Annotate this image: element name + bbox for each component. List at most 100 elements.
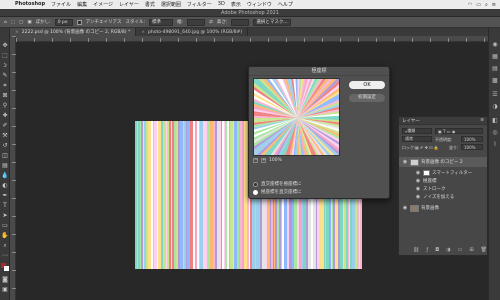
- menu-item[interactable]: ファイル: [48, 1, 74, 8]
- radio-polar-to-rect[interactable]: 極座標を直交座標に: [253, 189, 302, 195]
- panel-menu-icon[interactable]: ≡: [480, 118, 484, 123]
- layers-panel-icon[interactable]: ◧: [491, 116, 499, 124]
- menu-item[interactable]: ヘルプ: [275, 1, 296, 8]
- eraser-tool-icon[interactable]: ◫: [1, 152, 9, 160]
- menu-item[interactable]: 書式: [142, 1, 158, 8]
- marquee-tool-icon[interactable]: ⬚: [11, 20, 15, 25]
- lasso-tool-icon[interactable]: ↄ: [1, 62, 9, 70]
- group-icon[interactable]: ▭: [458, 247, 463, 253]
- move-tool-icon[interactable]: ✥: [1, 42, 9, 50]
- visibility-eye-icon[interactable]: ◉: [415, 178, 421, 184]
- more-tools-icon[interactable]: ⋯: [1, 252, 9, 260]
- reset-button[interactable]: 初期設定: [349, 94, 385, 102]
- swap-icon[interactable]: ⇄: [209, 20, 213, 25]
- menu-item[interactable]: レイヤー: [116, 1, 142, 8]
- radio-dot[interactable]: [253, 181, 258, 187]
- antialias-checkbox[interactable]: [76, 19, 82, 25]
- clone-stamp-icon[interactable]: ⚒: [1, 132, 9, 140]
- radio-dot[interactable]: [253, 189, 258, 195]
- zoom-out-button[interactable]: −: [253, 157, 258, 163]
- battery-icon[interactable]: ▭: [476, 2, 481, 8]
- filter-preview[interactable]: [253, 78, 340, 156]
- link-layers-icon[interactable]: ⛓: [413, 247, 419, 253]
- layer-row[interactable]: ◉ 極座標: [399, 177, 487, 185]
- path-select-icon[interactable]: ➤: [1, 212, 9, 220]
- background-color-swatch[interactable]: [4, 266, 9, 271]
- properties-panel-icon[interactable]: ☰: [491, 90, 499, 98]
- visibility-eye-icon[interactable]: ◉: [415, 194, 421, 200]
- document-tab[interactable]: × 2222.psd @ 100% (背景画像 のコピー 2, RGB/8) *: [10, 28, 137, 36]
- shape-tool-icon[interactable]: ▭: [1, 222, 9, 230]
- dodge-tool-icon[interactable]: ◐: [1, 182, 9, 190]
- crop-tool-icon[interactable]: ⌗: [1, 82, 9, 90]
- radio-rect-to-polar[interactable]: 直交座標を極座標に: [253, 181, 302, 187]
- menu-item[interactable]: イメージ: [90, 1, 116, 8]
- zoom-tool-icon[interactable]: ⌕: [1, 242, 9, 250]
- menu-item[interactable]: 3D: [215, 1, 228, 8]
- home-icon[interactable]: ⌂: [4, 20, 7, 25]
- visibility-eye-icon[interactable]: ◉: [402, 159, 408, 165]
- layer-row[interactable]: ◉ 背景画像: [399, 203, 487, 213]
- menu-icon[interactable]: ≡: [492, 2, 496, 8]
- close-tab-icon[interactable]: ×: [15, 30, 19, 35]
- document-tab[interactable]: × photo-498091_640.jpg @ 100% (RGB/8#): [136, 28, 249, 36]
- menu-item[interactable]: 編集: [74, 1, 90, 8]
- type-tool-icon[interactable]: T: [1, 202, 9, 210]
- lock-icons[interactable]: ▦ ✐ ✥ ⊡ 🔒: [415, 145, 439, 150]
- style-select[interactable]: 標準: [149, 18, 174, 26]
- quick-mask-icon[interactable]: ◙: [1, 276, 9, 284]
- visibility-eye-icon[interactable]: ◉: [415, 186, 421, 192]
- new-layer-icon[interactable]: ⊞: [469, 247, 473, 253]
- close-tab-icon[interactable]: ×: [141, 30, 145, 35]
- brush-tool-icon[interactable]: ✐: [1, 122, 9, 130]
- healing-brush-icon[interactable]: ✚: [1, 112, 9, 120]
- layer-row[interactable]: ◉ スマートフィルター: [399, 169, 487, 177]
- gradients-panel-icon[interactable]: ▤: [491, 64, 499, 72]
- trash-icon[interactable]: 🗑: [481, 247, 487, 253]
- paths-panel-icon[interactable]: ⌇: [491, 140, 499, 148]
- menu-item[interactable]: Photoshop: [12, 1, 48, 8]
- eyedropper-icon[interactable]: ⚲: [1, 102, 9, 110]
- layers-panel-title[interactable]: レイヤー: [402, 118, 420, 124]
- history-brush-icon[interactable]: ↺: [1, 142, 9, 150]
- filter-type-icons[interactable]: ▣ T ▭ ◉: [435, 128, 483, 134]
- menu-item[interactable]: フィルター: [184, 1, 215, 8]
- hand-tool-icon[interactable]: ✋: [1, 232, 9, 240]
- blur-tool-icon[interactable]: 💧: [1, 172, 9, 180]
- ok-button[interactable]: OK: [349, 81, 385, 89]
- width-input[interactable]: [187, 18, 206, 26]
- add-selection-icon[interactable]: ▣: [27, 20, 31, 25]
- swatches-panel-icon[interactable]: ▦: [491, 52, 499, 60]
- search-icon[interactable]: ⌕: [485, 2, 488, 8]
- feather-input[interactable]: 0 px: [54, 18, 73, 26]
- channels-panel-icon[interactable]: ◎: [491, 128, 499, 136]
- height-input[interactable]: [231, 18, 250, 26]
- visibility-eye-icon[interactable]: ◉: [402, 205, 408, 211]
- pen-tool-icon[interactable]: ✒: [1, 192, 9, 200]
- screen-mode-icon[interactable]: ▣: [1, 286, 9, 294]
- add-mask-icon[interactable]: ◘: [435, 247, 439, 253]
- select-and-mask-button[interactable]: 選択とマスク...: [253, 18, 292, 26]
- layer-filter-select[interactable]: ⌕ 種類: [402, 128, 432, 134]
- fill-input[interactable]: 100%: [461, 144, 483, 150]
- new-selection-icon[interactable]: ▢: [19, 20, 23, 25]
- adjustment-layer-icon[interactable]: ◑: [446, 247, 450, 253]
- layer-row[interactable]: ◉ ノイズを加える: [399, 193, 487, 201]
- wifi-icon[interactable]: ◠: [468, 2, 472, 8]
- blend-mode-select[interactable]: 通常: [402, 136, 432, 142]
- menu-item[interactable]: 表示: [228, 1, 244, 8]
- gradient-tool-icon[interactable]: ▤: [1, 162, 9, 170]
- menu-item[interactable]: ウィンドウ: [244, 1, 275, 8]
- adjustments-panel-icon[interactable]: ◑: [491, 102, 499, 110]
- quick-select-icon[interactable]: ✎: [1, 72, 9, 80]
- visibility-eye-icon[interactable]: ◉: [415, 170, 421, 176]
- marquee-tool-icon[interactable]: ⬚: [1, 52, 9, 60]
- patterns-panel-icon[interactable]: ▩: [491, 76, 499, 84]
- opacity-input[interactable]: 100%: [461, 136, 483, 142]
- color-panel-icon[interactable]: ◉: [491, 40, 499, 48]
- fx-icon[interactable]: ƒ: [426, 247, 428, 253]
- layer-row[interactable]: ◉ ストローク: [399, 185, 487, 193]
- frame-tool-icon[interactable]: ⊠: [1, 92, 9, 100]
- layer-row[interactable]: ◉ 背景画像 のコピー 2: [399, 157, 487, 167]
- menu-item[interactable]: 選択範囲: [158, 1, 184, 8]
